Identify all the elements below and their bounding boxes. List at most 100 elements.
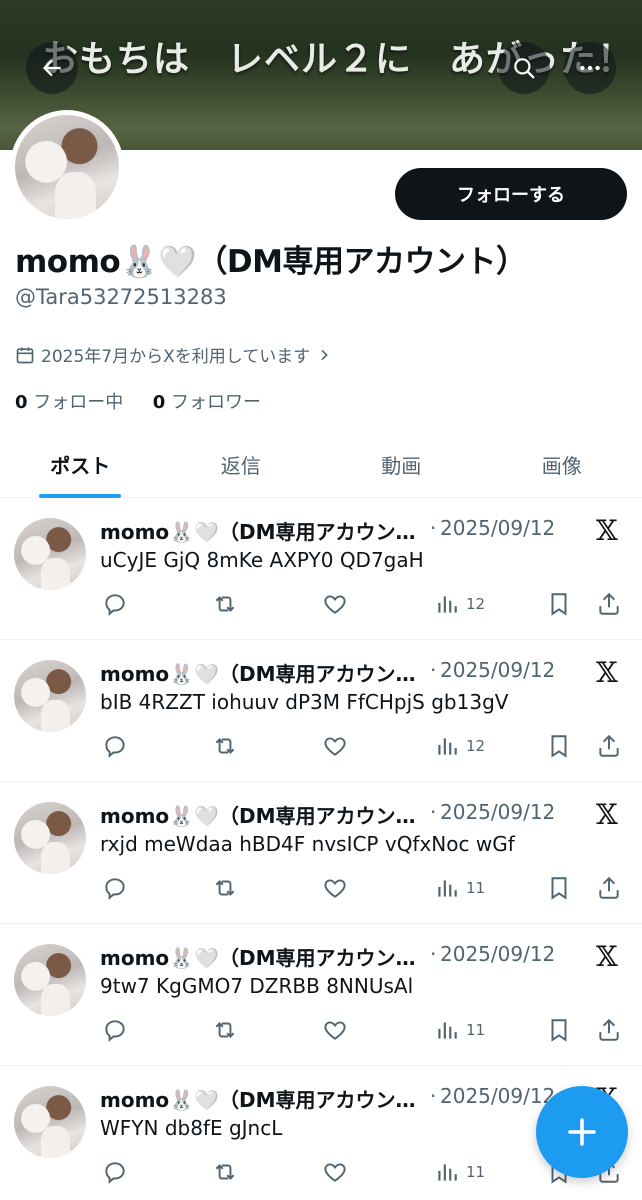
tab-label: ポスト [50, 454, 111, 478]
profile-avatar[interactable] [10, 110, 124, 224]
arrow-left-icon [42, 59, 61, 77]
more-horizontal-icon [580, 65, 600, 71]
analytics-icon [438, 880, 457, 897]
repost-icon [215, 1022, 235, 1038]
post-item[interactable]: momo🐰🤍（DM専用アカウント） · 2025/09/12 𝕏 9tw7 Kg… [0, 924, 642, 1066]
more-button[interactable] [564, 42, 616, 94]
share-button[interactable] [596, 732, 622, 760]
tab-replies[interactable]: 返信 [161, 432, 322, 497]
bookmark-button[interactable] [546, 590, 572, 618]
like-button[interactable] [322, 874, 348, 902]
heart-icon [324, 1021, 346, 1040]
reply-button[interactable] [102, 732, 128, 760]
post-date: 2025/09/12 [440, 1084, 556, 1108]
post-item[interactable]: momo🐰🤍（DM専用アカウント） · 2025/09/12 𝕏 rxjd me… [0, 782, 642, 924]
share-button[interactable] [596, 874, 622, 902]
analytics-icon [438, 596, 457, 613]
share-icon [599, 876, 619, 899]
post-avatar[interactable] [14, 802, 86, 874]
plus-icon [568, 1118, 596, 1146]
back-button[interactable] [26, 42, 78, 94]
views-button[interactable]: 11 [434, 1016, 485, 1044]
tab-label: 動画 [381, 454, 422, 478]
post-avatar[interactable] [14, 944, 86, 1016]
tab-posts[interactable]: ポスト [0, 432, 161, 498]
heart-icon [324, 737, 346, 756]
post-author-name: momo🐰🤍（DM専用アカウント） [100, 1088, 435, 1112]
post-separator: · [430, 942, 437, 966]
post-text: WFYN db8fE gJncL [100, 1116, 283, 1140]
repost-icon [215, 596, 235, 612]
post-separator: · [430, 1084, 437, 1108]
analytics-icon [438, 1164, 457, 1181]
joined-date[interactable]: 2025年7月からXを利用しています [15, 342, 332, 367]
bookmark-button[interactable] [546, 1016, 572, 1044]
views-button[interactable]: 12 [434, 732, 485, 760]
post-avatar[interactable] [14, 518, 86, 590]
reply-icon [105, 594, 125, 616]
search-button[interactable] [498, 42, 550, 94]
x-logo-icon: 𝕏 [596, 656, 618, 689]
views-button[interactable]: 11 [434, 874, 485, 902]
following-link[interactable]: 0 フォロー中 [15, 392, 123, 413]
reply-icon [105, 736, 125, 758]
reply-button[interactable] [102, 1016, 128, 1044]
post-feed: momo🐰🤍（DM専用アカウント） · 2025/09/12 𝕏 uCyJE G… [0, 498, 642, 1200]
repost-button[interactable] [212, 590, 238, 618]
compose-post-button[interactable] [536, 1086, 628, 1178]
bookmark-button[interactable] [546, 732, 572, 760]
repost-button[interactable] [212, 1016, 238, 1044]
post-date: 2025/09/12 [440, 658, 556, 682]
post-author-name: momo🐰🤍（DM専用アカウント） [100, 946, 435, 970]
share-icon [599, 734, 619, 757]
views-count: 12 [466, 737, 486, 755]
reply-button[interactable] [102, 590, 128, 618]
profile-handle: @Tara53272513283 [15, 285, 227, 309]
bookmark-icon [551, 593, 567, 616]
avatar-image [15, 115, 119, 219]
reply-icon [105, 1020, 125, 1042]
views-button[interactable]: 11 [434, 1158, 485, 1186]
repost-button[interactable] [212, 874, 238, 902]
reply-icon [105, 1162, 125, 1184]
reply-button[interactable] [102, 1158, 128, 1186]
views-count: 11 [466, 1163, 486, 1181]
post-item[interactable]: momo🐰🤍（DM専用アカウント） · 2025/09/12 𝕏 bIB 4RZ… [0, 640, 642, 782]
tab-label: 画像 [541, 454, 582, 478]
profile-display-name: momo🐰🤍（DM専用アカウント） [15, 244, 527, 280]
share-button[interactable] [596, 1016, 622, 1044]
repost-icon [215, 1164, 235, 1180]
like-button[interactable] [322, 590, 348, 618]
following-count: 0 [15, 392, 28, 413]
views-count: 12 [466, 595, 486, 613]
reply-icon [105, 878, 125, 900]
post-text: uCyJE GjQ 8mKe AXPY0 QD7gaH [100, 548, 424, 572]
like-button[interactable] [322, 732, 348, 760]
tab-videos[interactable]: 動画 [321, 432, 482, 497]
heart-icon [324, 1163, 346, 1182]
post-avatar[interactable] [14, 1086, 86, 1158]
post-avatar[interactable] [14, 660, 86, 732]
like-button[interactable] [322, 1016, 348, 1044]
x-logo-icon: 𝕏 [596, 514, 618, 547]
post-separator: · [430, 516, 437, 540]
like-button[interactable] [322, 1158, 348, 1186]
heart-icon [324, 879, 346, 898]
repost-button[interactable] [212, 732, 238, 760]
follow-stats: 0 フォロー中 0 フォロワー [15, 388, 261, 414]
post-author-name: momo🐰🤍（DM専用アカウント） [100, 662, 435, 686]
follow-button[interactable]: フォローする [395, 168, 627, 220]
post-actions: 11 [100, 874, 630, 902]
repost-button[interactable] [212, 1158, 238, 1186]
post-author-name: momo🐰🤍（DM専用アカウント） [100, 520, 435, 544]
reply-button[interactable] [102, 874, 128, 902]
views-button[interactable]: 12 [434, 590, 485, 618]
analytics-icon [438, 1022, 457, 1039]
bookmark-button[interactable] [546, 874, 572, 902]
post-item[interactable]: momo🐰🤍（DM専用アカウント） · 2025/09/12 𝕏 uCyJE G… [0, 498, 642, 640]
share-button[interactable] [596, 590, 622, 618]
followers-link[interactable]: 0 フォロワー [153, 392, 261, 413]
post-actions: 12 [100, 590, 630, 618]
tab-images[interactable]: 画像 [482, 432, 642, 497]
bookmark-icon [551, 735, 567, 758]
